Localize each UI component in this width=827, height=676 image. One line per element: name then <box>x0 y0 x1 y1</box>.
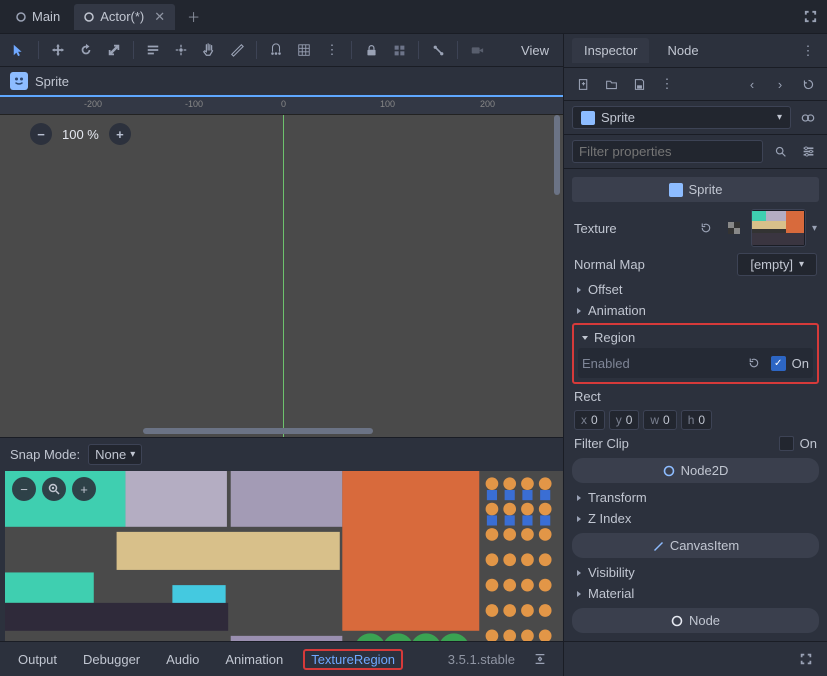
tex-zoom-out-button[interactable]: − <box>12 477 36 501</box>
tab-label: Main <box>32 9 60 24</box>
bottom-tab-animation[interactable]: Animation <box>219 649 289 670</box>
texture-region-panel[interactable]: − + <box>0 471 563 641</box>
node-icon <box>671 615 683 627</box>
skeleton-icon[interactable] <box>427 39 449 61</box>
bottom-tab-audio[interactable]: Audio <box>160 649 205 670</box>
sprite-origin-gizmo[interactable] <box>276 436 292 437</box>
tab-main[interactable]: Main <box>6 4 70 29</box>
rect-y-input[interactable]: y0 <box>609 410 640 430</box>
bottom-tab-textureregion[interactable]: TextureRegion <box>303 649 403 670</box>
filter-clip-value: On <box>800 436 817 451</box>
checker-icon <box>723 217 745 239</box>
bottom-tab-debugger[interactable]: Debugger <box>77 649 146 670</box>
lock-icon[interactable] <box>360 39 382 61</box>
ruler-tool-icon[interactable] <box>226 39 248 61</box>
filter-clip-checkbox[interactable] <box>779 436 794 451</box>
canvas-viewport[interactable]: -200 -100 0 100 200 300 − 100 % + <box>0 97 563 437</box>
extra-menu-icon[interactable]: ⋮ <box>656 73 678 95</box>
pan-tool-icon[interactable] <box>198 39 220 61</box>
fold-visibility[interactable]: Visibility <box>572 562 819 583</box>
distraction-free-icon[interactable] <box>799 6 821 28</box>
prop-normalmap-label: Normal Map <box>574 257 731 272</box>
settings-icon[interactable] <box>797 141 819 163</box>
prop-rect-label: Rect <box>572 386 819 407</box>
fold-animation[interactable]: Animation <box>572 300 819 321</box>
sprite-icon <box>581 111 595 125</box>
tex-zoom-reset-button[interactable] <box>42 477 66 501</box>
search-icon[interactable] <box>769 141 791 163</box>
history-icon[interactable] <box>797 73 819 95</box>
node2d-icon <box>663 465 675 477</box>
pivot-tool-icon[interactable] <box>170 39 192 61</box>
region-enabled-label: Enabled <box>582 356 737 371</box>
filter-properties-input[interactable] <box>572 140 763 163</box>
bottom-tab-output[interactable]: Output <box>12 649 63 670</box>
region-enabled-checkbox[interactable]: ✓ <box>771 356 786 371</box>
rect-w-input[interactable]: w0 <box>643 410 676 430</box>
expand-bottom-icon[interactable] <box>795 648 817 670</box>
filter-clip-label: Filter Clip <box>574 436 773 451</box>
snap-mode-label: Snap Mode: <box>10 447 80 462</box>
class-header-sprite[interactable]: Sprite <box>572 177 819 202</box>
tex-zoom-in-button[interactable]: + <box>72 477 96 501</box>
history-prev-icon[interactable]: ‹ <box>741 73 763 95</box>
view-menu[interactable]: View <box>515 43 555 58</box>
close-icon[interactable]: ✕ <box>154 9 165 25</box>
inspector-menu-icon[interactable]: ⋮ <box>797 40 819 62</box>
region-section-highlight: Region Enabled ✓ On <box>572 323 819 384</box>
select-tool-icon[interactable] <box>8 39 30 61</box>
fold-region[interactable]: Region <box>578 327 813 348</box>
history-next-icon[interactable]: › <box>769 73 791 95</box>
texture-dropdown-icon[interactable]: ▾ <box>812 223 817 234</box>
snap-options-icon[interactable] <box>265 39 287 61</box>
fold-zindex[interactable]: Z Index <box>572 508 819 529</box>
version-label: 3.5.1.stable <box>448 652 515 667</box>
zoom-level[interactable]: 100 % <box>62 127 99 142</box>
override-camera-icon[interactable] <box>466 39 488 61</box>
viewport-scrollbar-h[interactable] <box>143 428 373 434</box>
prop-texture-label: Texture <box>574 221 689 236</box>
open-resource-icon[interactable] <box>600 73 622 95</box>
sprite-icon <box>10 72 28 90</box>
viewport-scrollbar-v[interactable] <box>554 115 560 195</box>
texture-preview[interactable] <box>751 209 806 247</box>
save-resource-icon[interactable] <box>628 73 650 95</box>
inspector-tab[interactable]: Inspector <box>572 38 649 63</box>
class-header-node[interactable]: Node <box>572 608 819 633</box>
class-header-node2d[interactable]: Node2D <box>572 458 819 483</box>
revert-enabled-icon[interactable] <box>743 352 765 374</box>
normalmap-select[interactable]: [empty]▾ <box>737 253 817 276</box>
node-tab[interactable]: Node <box>655 38 710 63</box>
ruler-horizontal: -200 -100 0 100 200 300 <box>0 97 563 115</box>
new-resource-icon[interactable] <box>572 73 594 95</box>
grid-snap-icon[interactable] <box>293 39 315 61</box>
scale-tool-icon[interactable] <box>103 39 125 61</box>
fold-material[interactable]: Material <box>572 583 819 604</box>
canvasitem-icon <box>652 540 664 552</box>
group-icon[interactable] <box>388 39 410 61</box>
collapse-panel-icon[interactable] <box>529 648 551 670</box>
fold-offset[interactable]: Offset <box>572 279 819 300</box>
rect-h-input[interactable]: h0 <box>681 410 712 430</box>
open-docs-icon[interactable] <box>797 107 819 129</box>
snap-mode-select[interactable]: None▾ <box>88 444 142 465</box>
fold-transform[interactable]: Transform <box>572 487 819 508</box>
add-tab-button[interactable]: ＋ <box>179 3 208 30</box>
rect-x-input[interactable]: x0 <box>574 410 605 430</box>
revert-texture-icon[interactable] <box>695 217 717 239</box>
y-axis-line <box>283 115 284 437</box>
move-tool-icon[interactable] <box>47 39 69 61</box>
snap-menu-icon[interactable]: ⋮ <box>321 39 343 61</box>
node-type-label: Sprite <box>35 74 69 89</box>
class-header-canvasitem[interactable]: CanvasItem <box>572 533 819 558</box>
rotate-tool-icon[interactable] <box>75 39 97 61</box>
inspector-node-select[interactable]: Sprite ▾ <box>572 106 791 129</box>
tab-actor[interactable]: Actor(*) ✕ <box>74 4 175 30</box>
zoom-in-button[interactable]: + <box>109 123 131 145</box>
sprite-icon <box>669 183 683 197</box>
list-select-icon[interactable] <box>142 39 164 61</box>
region-enabled-value: On <box>792 356 809 371</box>
zoom-out-button[interactable]: − <box>30 123 52 145</box>
tab-label: Actor(*) <box>100 9 144 24</box>
